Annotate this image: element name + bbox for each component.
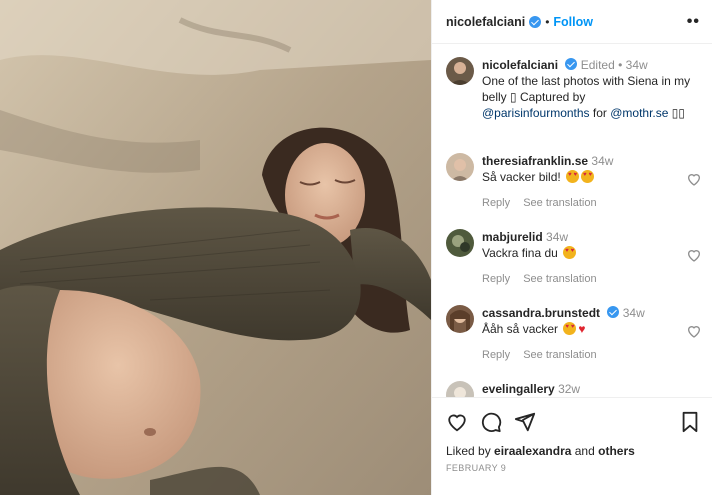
liked-by-user[interactable]: eiraalexandra <box>494 444 571 458</box>
follow-button[interactable]: Follow <box>553 15 593 29</box>
comment-item: cassandra.brunstedt 34w Ååh så vacker ♥ … <box>432 305 712 363</box>
edited-label: Edited <box>580 58 615 72</box>
author-username[interactable]: nicolefalciani <box>446 15 525 29</box>
post-date[interactable]: FEBRUARY 9 <box>446 463 700 473</box>
see-translation-button[interactable]: See translation <box>523 197 596 209</box>
caption-for: for <box>589 106 611 120</box>
verified-badge-icon <box>529 15 542 28</box>
verified-badge-icon <box>565 58 578 70</box>
post-modal: nicolefalciani • Follow •• nicolefalcian… <box>0 0 712 495</box>
see-translation-button[interactable]: See translation <box>523 273 596 285</box>
comment-username[interactable]: cassandra.brunstedt <box>482 306 600 320</box>
separator-dot: • <box>545 14 550 29</box>
comment-icon[interactable] <box>480 411 502 433</box>
likes-prefix: Liked by <box>446 444 495 458</box>
avatar[interactable] <box>446 57 474 85</box>
avatar[interactable] <box>446 305 474 333</box>
share-icon[interactable] <box>514 411 536 433</box>
caption-time[interactable]: 34w <box>626 58 648 72</box>
heart-eyes-icon <box>563 322 577 335</box>
post-header: nicolefalciani • Follow •• <box>432 0 712 44</box>
caption-tail: ▯▯ <box>668 106 685 120</box>
avatar[interactable] <box>446 381 474 397</box>
commenter-avatar-image <box>446 153 474 181</box>
author-avatar-image <box>446 57 474 85</box>
like-comment-icon[interactable] <box>686 247 702 263</box>
comment-text: Ååh så vacker <box>482 322 559 336</box>
comment-time[interactable]: 32w <box>558 382 580 396</box>
comment-time[interactable]: 34w <box>546 230 568 244</box>
comment-text: Vackra fina du <box>482 246 558 260</box>
comment-item: evelingallery 32w <box>432 381 712 397</box>
comments-list[interactable]: nicolefalciani Edited • 34w One of the l… <box>432 45 712 397</box>
red-heart-icon: ♥ <box>578 322 586 336</box>
mention-link[interactable]: @mothr.se <box>610 106 668 120</box>
comment-username[interactable]: mabjurelid <box>482 230 543 244</box>
commenter-avatar-image <box>446 305 474 333</box>
save-bookmark-icon[interactable] <box>680 411 700 433</box>
caption-text-line1: One of the last photos with Siena in my <box>482 74 691 88</box>
post-photo[interactable] <box>0 0 431 495</box>
commenter-avatar-image <box>446 381 474 397</box>
comment-username[interactable]: evelingallery <box>482 382 555 396</box>
comment-item: mabjurelid 34w Vackra fina du Reply See … <box>432 229 712 287</box>
heart-eyes-icon <box>581 170 595 183</box>
mention-link[interactable]: @parisinfourmonths <box>482 106 590 120</box>
more-options-icon[interactable]: •• <box>687 13 700 31</box>
post-actions: Liked by eiraalexandra and others FEBRUA… <box>432 397 712 495</box>
avatar[interactable] <box>446 229 474 257</box>
reply-button[interactable]: Reply <box>482 273 510 285</box>
see-translation-button[interactable]: See translation <box>523 349 596 361</box>
comment-item: theresiafranklin.se 34w Så vacker bild! … <box>432 153 712 211</box>
comment-time[interactable]: 34w <box>591 154 613 168</box>
caption-text-line2: belly ▯ Captured by <box>482 90 586 104</box>
commenter-avatar-image <box>446 229 474 257</box>
like-comment-icon[interactable] <box>686 323 702 339</box>
post-caption: nicolefalciani Edited • 34w One of the l… <box>432 45 712 121</box>
reply-button[interactable]: Reply <box>482 349 510 361</box>
post-side-panel: nicolefalciani • Follow •• nicolefalcian… <box>431 0 712 495</box>
liked-by-others[interactable]: others <box>598 444 635 458</box>
avatar[interactable] <box>446 153 474 181</box>
like-comment-icon[interactable] <box>686 171 702 187</box>
comment-username[interactable]: theresiafranklin.se <box>482 154 588 168</box>
likes-summary: Liked by eiraalexandra and others <box>446 444 700 458</box>
verified-badge-icon <box>607 306 620 318</box>
like-icon[interactable] <box>446 411 468 433</box>
comment-time[interactable]: 34w <box>623 306 645 320</box>
pregnant-woman-lying-on-sand-image <box>0 0 431 495</box>
reply-button[interactable]: Reply <box>482 197 510 209</box>
caption-username[interactable]: nicolefalciani <box>482 58 558 72</box>
likes-middle: and <box>571 444 599 458</box>
heart-eyes-icon <box>563 246 577 259</box>
comment-text: Så vacker bild! <box>482 170 561 184</box>
heart-eyes-icon <box>566 170 580 183</box>
